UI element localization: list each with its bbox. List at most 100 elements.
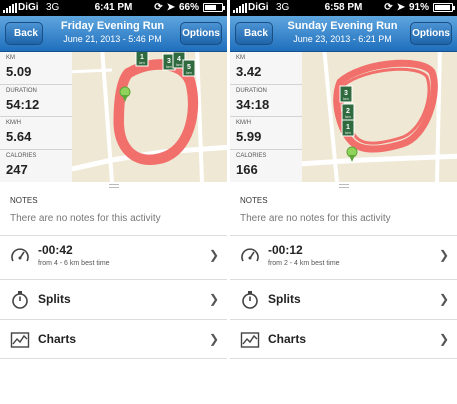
notes-heading: NOTES <box>240 196 268 205</box>
stat-speed: KM/H 5.99 <box>230 117 302 150</box>
splits-row[interactable]: Splits ❯ <box>0 279 227 319</box>
splits-label: Splits <box>268 292 301 306</box>
chevron-right-icon: ❯ <box>438 292 449 306</box>
stat-distance: KM 5.09 <box>0 52 72 85</box>
km-marker: 1 km <box>341 119 355 137</box>
notes-text: There are no notes for this activity <box>10 213 161 224</box>
splits-row[interactable]: Splits ❯ <box>230 279 457 319</box>
route-map-canvas: 3 km 2 km 1 km <box>302 52 457 182</box>
nav-title-block: Sunday Evening Run June 23, 2013 - 6:21 … <box>278 20 407 44</box>
stat-duration: DURATION 54:12 <box>0 85 72 117</box>
notes-text: There are no notes for this activity <box>240 213 391 224</box>
chevron-right-icon: ❯ <box>208 248 219 262</box>
stat-speed: KM/H 5.64 <box>0 117 72 150</box>
stat-value: 5.99 <box>236 129 262 144</box>
activity-screen-friday: DiGi 3G 6:41 PM ⟳ ➤ 66% Back Friday Even… <box>0 0 227 404</box>
stat-distance: KM 3.42 <box>230 52 302 85</box>
battery-icon <box>203 3 225 12</box>
stat-value: 54:12 <box>6 96 40 112</box>
route-map-canvas: 1 km 3 km 4 km 5 km <box>72 52 227 182</box>
km-marker-unit: km <box>166 64 172 69</box>
nav-title-block: Friday Evening Run June 21, 2013 - 5:46 … <box>48 20 177 44</box>
km-marker-unit: km <box>345 114 351 119</box>
best-time-detail: from 2 - 4 km best time <box>268 260 340 267</box>
splits-label: Splits <box>38 292 71 306</box>
drag-handle[interactable] <box>0 182 227 190</box>
stat-label: KM <box>236 55 245 61</box>
stats-panel: KM 3.42 DURATION 34:18 KM/H 5.99 CALORIE… <box>230 52 302 182</box>
charts-label: Charts <box>38 332 77 346</box>
best-time-diff: -00:42 <box>38 243 73 257</box>
activity-date: June 21, 2013 - 5:46 PM <box>63 34 162 44</box>
notes-heading: NOTES <box>10 196 38 205</box>
stat-label: CALORIES <box>6 152 37 159</box>
stat-label: KM <box>6 55 15 61</box>
chevron-right-icon: ❯ <box>438 248 449 262</box>
charts-row[interactable]: Charts ❯ <box>230 319 457 359</box>
nav-bar: Back Sunday Evening Run June 23, 2013 - … <box>230 16 457 52</box>
nav-bar: Back Friday Evening Run June 21, 2013 - … <box>0 16 227 52</box>
stat-value: 5.09 <box>6 64 32 79</box>
stat-label: DURATION <box>236 87 267 94</box>
back-button[interactable]: Back <box>235 22 273 45</box>
speedometer-icon <box>11 248 29 262</box>
km-marker: 2 km <box>341 103 355 121</box>
status-bar: DiGi 3G 6:58 PM ⟳ ➤ 91% <box>230 0 457 16</box>
charts-label: Charts <box>268 332 307 346</box>
stat-value: 3.42 <box>236 64 262 79</box>
activity-date: June 23, 2013 - 6:21 PM <box>293 34 392 44</box>
best-time-diff: -00:12 <box>268 243 303 257</box>
chevron-right-icon: ❯ <box>438 332 449 346</box>
km-marker-unit: km <box>345 130 351 135</box>
options-button[interactable]: Options <box>410 22 452 45</box>
route-map[interactable]: 3 km 2 km 1 km <box>302 52 457 182</box>
battery-percent: 91% <box>408 2 429 13</box>
options-button[interactable]: Options <box>180 22 222 45</box>
location-arrow-icon: ➤ <box>396 2 405 13</box>
stat-calories: CALORIES 166 <box>230 150 302 183</box>
route-map[interactable]: 1 km 3 km 4 km 5 km <box>72 52 227 182</box>
back-button[interactable]: Back <box>5 22 43 45</box>
chevron-right-icon: ❯ <box>208 332 219 346</box>
km-marker-unit: km <box>186 70 192 75</box>
stats-panel: KM 5.09 DURATION 54:12 KM/H 5.64 CALORIE… <box>0 52 72 182</box>
best-time-detail: from 4 - 6 km best time <box>38 260 110 267</box>
stat-value: 34:18 <box>236 96 270 112</box>
map-road <box>302 153 457 167</box>
stat-label: DURATION <box>6 87 37 94</box>
km-marker-unit: km <box>176 62 182 67</box>
activity-title: Sunday Evening Run <box>287 20 398 32</box>
km-marker: 1 km <box>135 52 149 67</box>
stopwatch-icon <box>242 291 258 309</box>
battery-icon <box>433 3 455 12</box>
stat-calories: CALORIES 247 <box>0 150 72 183</box>
stat-value: 5.64 <box>6 129 32 144</box>
km-marker-unit: km <box>139 60 145 65</box>
activity-title: Friday Evening Run <box>60 20 165 32</box>
stat-value: 247 <box>6 161 28 177</box>
speedometer-icon <box>241 248 259 262</box>
rotation-lock-icon: ⟳ <box>384 2 393 13</box>
drag-handle[interactable] <box>230 182 457 190</box>
status-bar: DiGi 3G 6:41 PM ⟳ ➤ 66% <box>0 0 227 16</box>
stat-label: KM/H <box>6 120 21 126</box>
stopwatch-icon <box>12 291 28 309</box>
km-marker: 5 km <box>182 59 196 77</box>
stat-label: KM/H <box>236 120 251 126</box>
battery-percent: 66% <box>178 2 199 13</box>
location-arrow-icon: ➤ <box>166 2 175 13</box>
stat-duration: DURATION 34:18 <box>230 85 302 117</box>
stat-value: 166 <box>236 161 258 177</box>
map-road <box>72 68 113 74</box>
activity-screen-sunday: DiGi 3G 6:58 PM ⟳ ➤ 91% Back Sunday Even… <box>230 0 457 404</box>
km-marker-unit: km <box>343 96 349 101</box>
stat-label: CALORIES <box>236 152 267 159</box>
best-time-row[interactable]: -00:42 from 4 - 6 km best time ❯ <box>0 235 227 279</box>
best-time-row[interactable]: -00:12 from 2 - 4 km best time ❯ <box>230 235 457 279</box>
chevron-right-icon: ❯ <box>208 292 219 306</box>
line-chart-icon <box>240 332 260 348</box>
charts-row[interactable]: Charts ❯ <box>0 319 227 359</box>
km-marker: 3 km <box>339 85 353 103</box>
map-road <box>435 52 442 182</box>
map-road <box>195 52 204 182</box>
